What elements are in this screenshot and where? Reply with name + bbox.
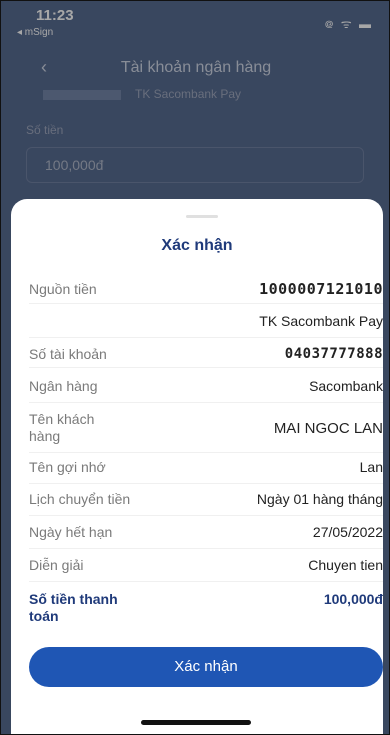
row-value: Lan [359, 459, 383, 475]
divider [29, 548, 383, 549]
confirm-sheet: Xác nhận Nguồn tiền 1000007121010 TK Sac… [11, 199, 383, 734]
row-value: 1000007121010 [259, 280, 383, 298]
row-value: Sacombank [309, 378, 383, 394]
divider [29, 303, 383, 304]
sheet-title: Xác nhận [161, 237, 233, 254]
divider [29, 452, 383, 453]
row-value: MAI NGOC LAN [273, 420, 383, 437]
divider [29, 515, 383, 516]
divider [29, 337, 383, 338]
row-label: Lịch chuyển tiền [29, 491, 131, 507]
phone-screen: 11:23 ◂ mSign ᪤ ᯤ ▬ ‹ Tài khoản ngân hàn… [0, 0, 390, 735]
row-label: Tên gợi nhớ [29, 459, 106, 475]
divider [29, 581, 383, 582]
divider [29, 402, 383, 403]
row-value: 27/05/2022 [312, 524, 383, 540]
sheet-handle[interactable] [186, 215, 218, 218]
row-label: Ngày hết hạn [29, 524, 113, 540]
row-label: Nguồn tiền [29, 281, 97, 297]
row-value: Chuyen tien [308, 557, 383, 573]
row-label: Tên khách hàng [29, 411, 95, 444]
row-label: Số tiền thanh toán [29, 591, 118, 624]
row-value: Ngày 01 hàng tháng [256, 491, 383, 507]
row-value: TK Sacombank Pay [259, 313, 383, 329]
row-label: Ngân hàng [29, 378, 98, 394]
divider [29, 367, 383, 368]
row-value: 100,000đ [323, 591, 383, 607]
confirm-button[interactable]: Xác nhận [29, 647, 383, 687]
row-label: Diễn giải [29, 557, 84, 573]
divider [29, 483, 383, 484]
row-label: Số tài khoản [29, 346, 107, 362]
home-indicator[interactable] [141, 720, 251, 725]
row-value: 04037777888 [284, 346, 383, 362]
